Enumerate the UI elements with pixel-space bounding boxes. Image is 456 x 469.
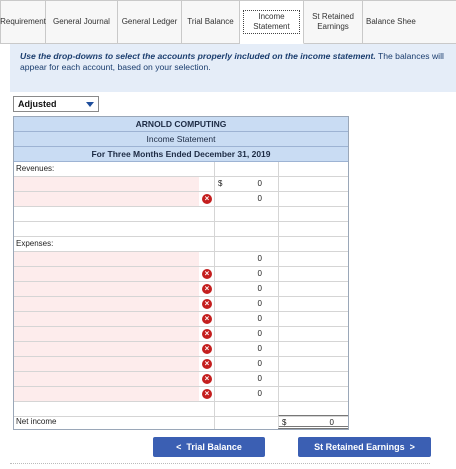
- tab-general-journal[interactable]: General Journal: [46, 0, 118, 44]
- expense-amount: 0: [257, 314, 262, 323]
- expense-amount: 0: [257, 284, 262, 293]
- chevron-left-icon: <: [176, 442, 182, 452]
- expense-account-select[interactable]: [14, 342, 199, 356]
- net-income-row: Net income $ 0: [14, 415, 348, 430]
- prev-trial-balance-button[interactable]: < Trial Balance: [153, 437, 265, 457]
- revenue-account-select[interactable]: [14, 177, 199, 191]
- error-x-icon: ×: [202, 389, 212, 399]
- expense-amount: 0: [257, 359, 262, 368]
- currency-symbol: $: [282, 418, 287, 427]
- expense-account-select[interactable]: [14, 387, 199, 401]
- statement-period: For Three Months Ended December 31, 2019: [14, 147, 348, 162]
- error-x-icon: ×: [202, 284, 212, 294]
- expense-row: × 0: [14, 267, 348, 282]
- income-statement-table: ARNOLD COMPUTING Income Statement For Th…: [13, 116, 349, 430]
- next-button-label: St Retained Earnings: [314, 442, 405, 452]
- tab-bar: Requirement General Journal General Ledg…: [0, 0, 456, 44]
- tab-general-ledger[interactable]: General Ledger: [118, 0, 182, 44]
- chevron-down-icon: [86, 102, 94, 107]
- expense-account-select[interactable]: [14, 372, 199, 386]
- expense-account-select[interactable]: [14, 327, 199, 341]
- tab-st-retained-earnings[interactable]: St Retained Earnings: [304, 0, 363, 44]
- statement-title: Income Statement: [14, 132, 348, 147]
- currency-symbol: $: [218, 179, 223, 188]
- balance-type-select[interactable]: Adjusted: [13, 96, 99, 112]
- expense-amount: 0: [257, 299, 262, 308]
- company-name: ARNOLD COMPUTING: [14, 117, 348, 132]
- expense-amount: 0: [257, 329, 262, 338]
- tab-trial-balance[interactable]: Trial Balance: [182, 0, 240, 44]
- expense-row: × 0: [14, 282, 348, 297]
- instructions-emphasis: Use the drop-downs to select the account…: [20, 51, 376, 61]
- error-x-icon: ×: [202, 359, 212, 369]
- balance-type-value: Adjusted: [18, 99, 57, 109]
- expense-amount: 0: [257, 269, 262, 278]
- revenue-account-select[interactable]: [14, 192, 199, 206]
- net-income-amount: 0: [329, 418, 334, 427]
- revenues-label: Revenues:: [16, 164, 55, 173]
- expense-row: × 0: [14, 342, 348, 357]
- expense-account-select[interactable]: [14, 267, 199, 281]
- footer-divider: [10, 463, 430, 466]
- expense-row: × 0: [14, 387, 348, 402]
- error-x-icon: ×: [202, 194, 212, 204]
- error-x-icon: ×: [202, 299, 212, 309]
- expense-account-select[interactable]: [14, 252, 199, 266]
- revenue-row: × 0: [14, 192, 348, 207]
- blank-row: [14, 222, 348, 237]
- expense-amount: 0: [257, 389, 262, 398]
- blank-row: [14, 207, 348, 222]
- expense-row: × 0: [14, 357, 348, 372]
- expenses-header-row: Expenses:: [14, 237, 348, 252]
- expense-amount: 0: [257, 374, 262, 383]
- next-st-retained-earnings-button[interactable]: St Retained Earnings >: [298, 437, 431, 457]
- expense-account-select[interactable]: [14, 297, 199, 311]
- chevron-right-icon: >: [409, 442, 415, 452]
- error-x-icon: ×: [202, 329, 212, 339]
- revenue-amount: 0: [257, 194, 262, 203]
- expense-amount: 0: [257, 344, 262, 353]
- expense-amount: 0: [257, 254, 262, 263]
- net-income-label: Net income: [16, 417, 57, 426]
- instructions-box: Use the drop-downs to select the account…: [10, 44, 456, 92]
- expense-row: × 0: [14, 372, 348, 387]
- tab-requirement[interactable]: Requirement: [0, 0, 46, 44]
- revenue-row: $ 0: [14, 177, 348, 192]
- tab-income-statement[interactable]: Income Statement: [240, 0, 304, 44]
- error-x-icon: ×: [202, 374, 212, 384]
- revenues-header-row: Revenues:: [14, 162, 348, 177]
- expense-account-select[interactable]: [14, 312, 199, 326]
- expenses-label: Expenses:: [16, 239, 54, 248]
- expense-row: × 0: [14, 327, 348, 342]
- expense-account-select[interactable]: [14, 357, 199, 371]
- revenue-amount: 0: [257, 179, 262, 188]
- error-x-icon: ×: [202, 269, 212, 279]
- error-x-icon: ×: [202, 344, 212, 354]
- expense-row: × 0: [14, 312, 348, 327]
- tab-balance-sheet[interactable]: Balance Shee: [363, 0, 456, 44]
- expense-row: × 0: [14, 297, 348, 312]
- error-x-icon: ×: [202, 314, 212, 324]
- prev-button-label: Trial Balance: [186, 442, 242, 452]
- expense-row: 0: [14, 252, 348, 267]
- expense-account-select[interactable]: [14, 282, 199, 296]
